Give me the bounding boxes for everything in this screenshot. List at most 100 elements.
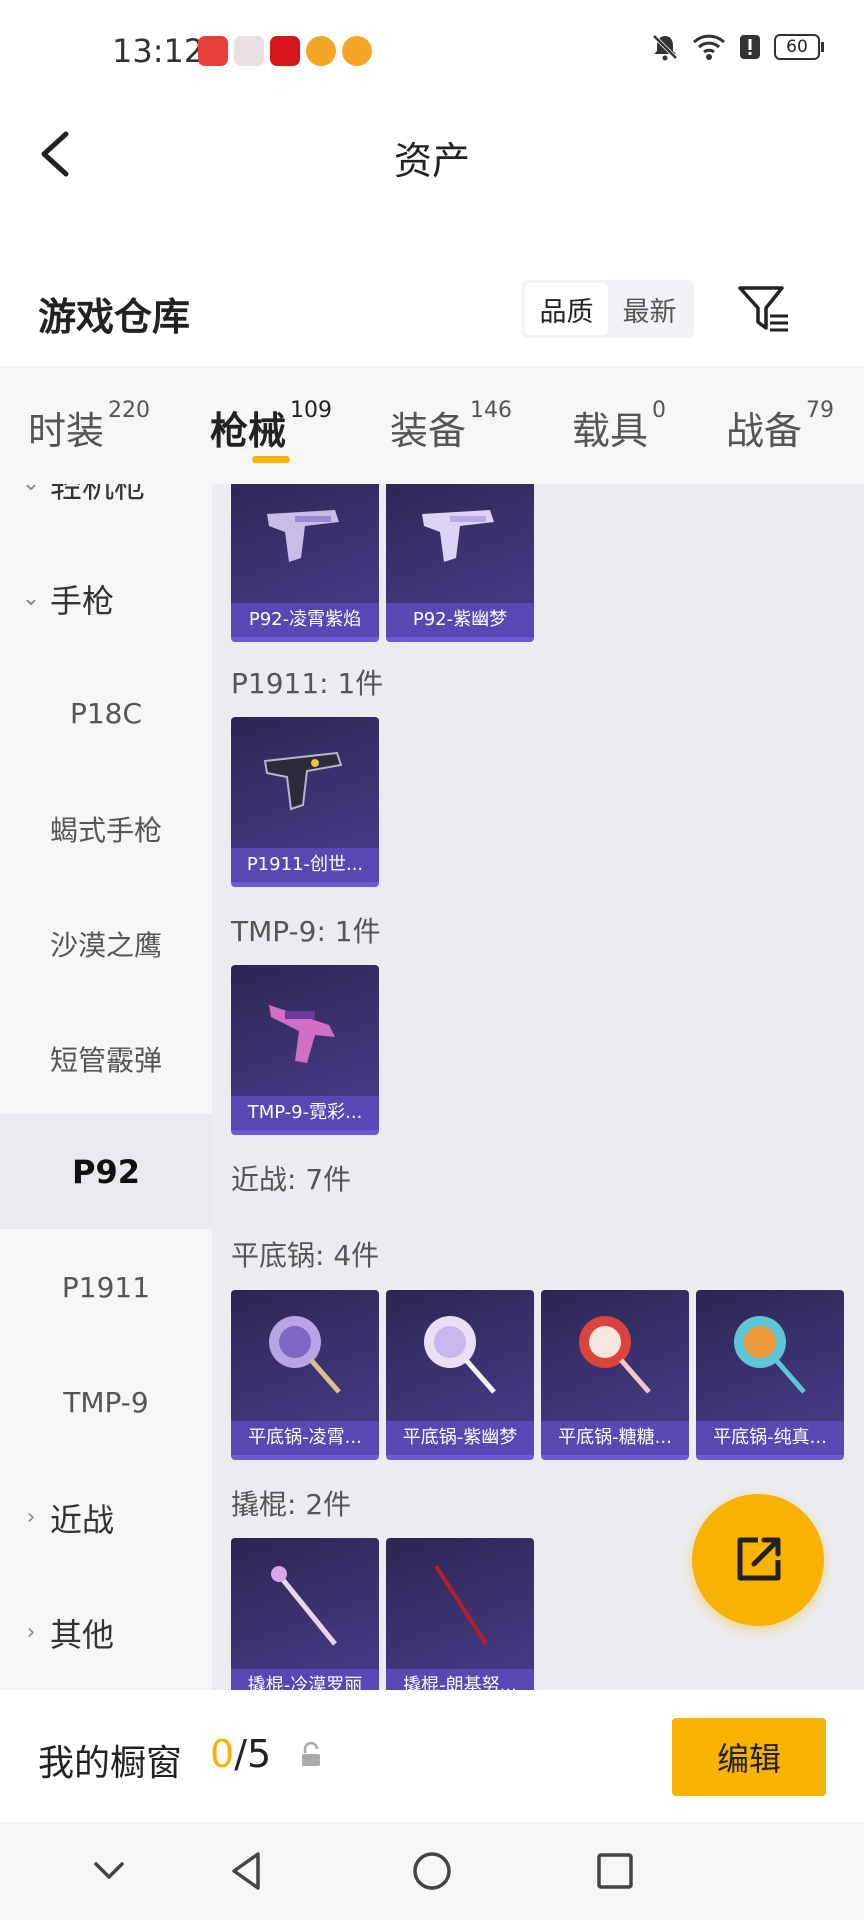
tab-count: 79 — [806, 398, 835, 423]
section-label: 平底锅: 4件 — [231, 1239, 380, 1272]
frying-pan-icon — [734, 1316, 806, 1394]
asset-card-name: 撬棍-朗基努... — [386, 1669, 534, 1690]
asset-card[interactable]: P1911-创世... — [231, 717, 379, 887]
home-nav-icon[interactable] — [407, 1846, 457, 1896]
tab-vehicles[interactable]: 载具 0 — [572, 398, 667, 455]
pistol-icon — [422, 510, 494, 562]
tab-active-indicator — [252, 456, 290, 463]
sidebar-item-p1911[interactable]: P1911 — [0, 1230, 212, 1345]
asset-card[interactable]: 平底锅-凌霄... — [231, 1290, 379, 1460]
sidebar-item-label: 近战 — [50, 1500, 115, 1539]
sidebar-item-p92[interactable]: P92 — [0, 1114, 212, 1229]
mute-bell-icon — [652, 34, 678, 61]
wifi-icon — [692, 34, 726, 60]
asset-card[interactable]: 平底锅-紫幽梦 — [386, 1290, 534, 1460]
sort-option-quality[interactable]: 品质 — [525, 283, 608, 335]
gift-box-icon — [234, 36, 264, 66]
frying-pan-icon — [424, 1316, 496, 1394]
sidebar-group-melee[interactable]: › 近战 — [0, 1460, 212, 1575]
asset-card[interactable]: P92-凌霄紫焰 — [231, 484, 379, 642]
asset-card-name: P92-凌霄紫焰 — [231, 603, 379, 637]
sidebar-item-tmp9[interactable]: TMP-9 — [0, 1345, 212, 1460]
asset-card-name: P1911-创世... — [231, 848, 379, 882]
tab-count: 220 — [108, 398, 151, 423]
sort-option-latest[interactable]: 最新 — [608, 283, 691, 335]
alert-icon — [740, 35, 760, 59]
sidebar-group-lmg[interactable]: ⌄ 轻机枪 — [0, 484, 212, 541]
sort-toggle: 品质 最新 — [522, 280, 694, 338]
asset-card-name: 撬棍-冷漠罗丽 — [231, 1669, 379, 1690]
sidebar-group-other[interactable]: › 其他 — [0, 1575, 212, 1690]
smg-icon — [269, 1005, 335, 1063]
recents-nav-icon[interactable] — [590, 1846, 640, 1896]
tab-equipment[interactable]: 装备 146 — [390, 398, 513, 455]
tab-label: 战备 — [726, 409, 803, 453]
status-time: 13:12 — [112, 32, 205, 70]
system-nav-bar — [0, 1822, 864, 1920]
asset-card-name: 平底锅-凌霄... — [231, 1421, 379, 1455]
lock-icon — [302, 1742, 320, 1766]
orange-app-icon — [342, 36, 372, 66]
tab-count: 109 — [290, 398, 333, 423]
share-edit-icon — [737, 1537, 781, 1581]
tab-label: 装备 — [390, 409, 467, 453]
asset-card[interactable]: TMP-9-霓彩... — [231, 965, 379, 1135]
asset-card[interactable]: 撬棍-冷漠罗丽 — [231, 1538, 379, 1690]
warehouse-title: 游戏仓库 — [38, 295, 191, 339]
sidebar-item-p18c[interactable]: P18C — [0, 656, 212, 771]
frying-pan-icon — [579, 1316, 651, 1394]
sidebar-group-pistol[interactable]: ⌄ 手枪 — [0, 541, 212, 656]
tab-count: 0 — [652, 398, 667, 423]
sidebar-item-scorpion[interactable]: 蝎式手枪 — [0, 771, 212, 886]
crowbar-icon — [434, 1564, 488, 1646]
asset-card-name: 平底锅-糖糖... — [541, 1421, 689, 1455]
asset-card[interactable]: 平底锅-糖糖... — [541, 1290, 689, 1460]
sidebar-item-label: 手枪 — [50, 581, 115, 620]
pistol-icon — [263, 751, 343, 811]
asset-card-name: P92-紫幽梦 — [386, 603, 534, 637]
category-tab-bar: 时装 220 枪械 109 装备 146 载具 0 战备 79 — [0, 366, 864, 484]
frying-pan-icon — [269, 1316, 341, 1394]
filter-icon[interactable] — [736, 284, 792, 336]
chevron-down-icon: ⌄ — [14, 484, 48, 496]
nav-header: 资产 — [0, 104, 864, 204]
asset-card[interactable]: P92-紫幽梦 — [386, 484, 534, 642]
pistol-icon — [267, 510, 339, 562]
tab-guns[interactable]: 枪械 109 — [210, 398, 333, 455]
chevron-right-icon: › — [26, 1505, 36, 1530]
asset-card[interactable]: 平底锅-纯真... — [696, 1290, 844, 1460]
chevron-right-icon: › — [26, 1620, 36, 1645]
showcase-label: 我的橱窗 — [38, 1743, 183, 1784]
asset-card-name: 平底锅-紫幽梦 — [386, 1421, 534, 1455]
sidebar-item-label: 其他 — [50, 1615, 115, 1654]
status-indicators: 60 — [650, 32, 824, 62]
back-nav-icon[interactable] — [222, 1846, 272, 1896]
sidebar-item-sawed-off[interactable]: 短管霰弹 — [0, 1001, 212, 1116]
tab-label: 枪械 — [210, 409, 287, 453]
sidebar-item-desert-eagle[interactable]: 沙漠之鹰 — [0, 886, 212, 1001]
page-title: 资产 — [393, 139, 470, 183]
status-bar: 13:12 60 — [0, 0, 864, 104]
share-edit-button[interactable] — [692, 1494, 824, 1626]
collapse-icon[interactable] — [84, 1846, 134, 1896]
battery-indicator: 60 — [774, 34, 820, 60]
asset-card-name: 平底锅-纯真... — [696, 1421, 844, 1455]
showcase-current: 0 — [210, 1732, 235, 1776]
crowbar-icon — [271, 1566, 337, 1646]
weapon-sidebar: ⌄ 轻机枪 ⌄ 手枪 P18C 蝎式手枪 沙漠之鹰 短管霰弹 P92 P1911… — [0, 484, 212, 1690]
chevron-down-icon: ⌄ — [21, 586, 41, 611]
tab-supplies[interactable]: 战备 79 — [726, 398, 835, 455]
tab-label: 时装 — [28, 409, 105, 453]
battery-cap — [821, 42, 824, 52]
tab-count: 146 — [470, 398, 513, 423]
section-label: 近战: 7件 — [231, 1163, 352, 1196]
red-app-icon — [270, 36, 300, 66]
section-label: 撬棍: 2件 — [231, 1488, 352, 1521]
tab-fashion[interactable]: 时装 220 — [28, 398, 151, 455]
edit-button[interactable]: 编辑 — [672, 1718, 826, 1796]
tab-label: 载具 — [572, 409, 649, 453]
asset-card[interactable]: 撬棍-朗基努... — [386, 1538, 534, 1690]
status-app-icons — [198, 36, 372, 66]
huawei-store-icon — [198, 36, 228, 66]
section-label: TMP-9: 1件 — [231, 915, 381, 948]
